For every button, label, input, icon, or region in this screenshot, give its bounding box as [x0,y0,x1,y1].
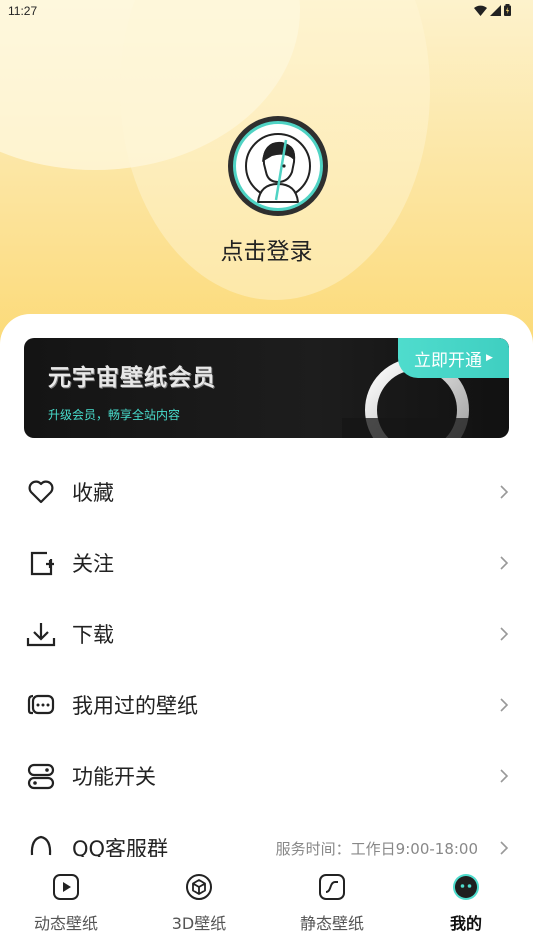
tab-label: 3D壁纸 [171,914,227,933]
chevron-right-icon [500,697,509,712]
smiley-face-icon [453,874,479,900]
image-curve-icon [319,874,345,900]
bottom-tab-bar: 动态壁纸 3D壁纸 静态壁纸 我的 [0,864,533,948]
status-time: 11:27 [8,4,38,18]
wifi-icon [474,5,487,16]
tab-static-wallpaper[interactable]: 静态壁纸 [277,872,387,934]
menu-item-used-wallpapers[interactable]: 我用过的壁纸 [0,669,533,740]
tab-label: 动态壁纸 [33,914,98,933]
download-icon [26,619,56,649]
menu-item-label: 下载 [72,622,114,647]
tab-label: 静态壁纸 [299,914,364,933]
service-hours: 服务时间：工作日9:00-18:00 [275,840,478,857]
menu-item-qq-group[interactable]: QQ客服群 服务时间：工作日9:00-18:00 [0,811,533,857]
tab-mine[interactable]: 我的 [411,872,521,934]
menu-item-download[interactable]: 下载 [0,598,533,669]
chevron-right-icon [500,768,509,783]
status-icons [474,4,511,16]
menu-item-label: 我用过的壁纸 [72,693,198,718]
tab-live-wallpaper[interactable]: 动态壁纸 [11,872,121,934]
qq-icon [26,831,56,857]
vip-open-button-label: 立即开通 [414,350,483,371]
vip-subtitle: 升级会员，畅享全站内容 [48,408,181,422]
heart-icon [26,477,56,507]
used-wallpaper-icon [26,690,56,720]
menu-item-label: 收藏 [72,480,114,505]
chevron-right-icon [500,484,509,499]
vip-open-button[interactable]: 立即开通 ▶ [398,338,509,378]
battery-icon [504,4,511,16]
vip-banner[interactable]: 元宇宙壁纸会员 升级会员，畅享全站内容 立即开通 ▶ [24,338,509,438]
menu-item-feature-switch[interactable]: 功能开关 [0,740,533,811]
chevron-right-icon [500,626,509,641]
follow-icon [26,548,56,578]
menu-item-label: 关注 [72,551,114,576]
tab-3d-wallpaper[interactable]: 3D壁纸 [144,872,254,934]
menu-item-label: 功能开关 [72,764,156,789]
caret-right-icon: ▶ [486,353,493,363]
avatar-illustration [233,121,323,211]
chevron-right-icon [500,841,509,855]
play-square-icon [53,874,79,900]
menu-item-favorites[interactable]: 收藏 [0,456,533,527]
menu-item-follow[interactable]: 关注 [0,527,533,598]
tab-label: 我的 [449,914,482,933]
toggle-icon [26,761,56,791]
status-bar: 11:27 [0,0,533,24]
menu-item-label: QQ客服群 [72,837,169,857]
chevron-right-icon [500,555,509,570]
signal-icon [490,4,501,16]
login-prompt[interactable]: 点击登录 [0,232,533,266]
avatar[interactable] [228,116,328,216]
vip-title: 元宇宙壁纸会员 [48,365,216,391]
cube-icon [186,874,212,900]
